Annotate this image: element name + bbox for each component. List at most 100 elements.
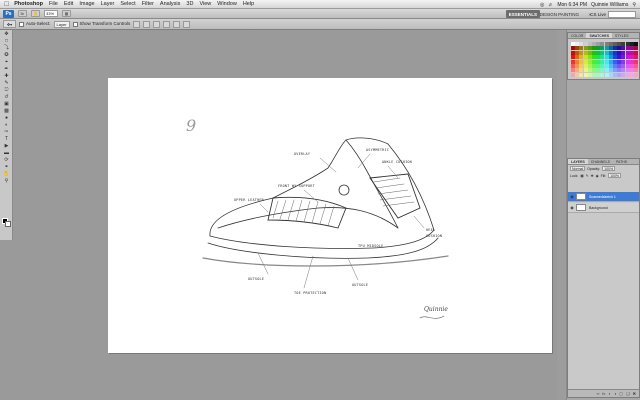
workspace-essentials[interactable]: ESSENTIALS <box>505 10 540 18</box>
swatch-cell[interactable] <box>634 59 638 64</box>
trash-icon[interactable]: ✖ <box>633 391 636 396</box>
eraser-tool-icon[interactable]: ▣ <box>2 101 11 107</box>
menu-edit[interactable]: Edit <box>64 1 73 7</box>
fill-input[interactable]: 100% <box>608 173 622 178</box>
marquee-tool-icon[interactable]: □ <box>2 38 11 44</box>
3d-rotate-tool-icon[interactable]: ⟳ <box>2 157 11 163</box>
hand-tool-icon[interactable]: ✋ <box>2 171 11 177</box>
group-icon[interactable]: ▢ <box>619 391 623 396</box>
menu-window[interactable]: Window <box>217 1 237 7</box>
adjustment-layer-icon[interactable]: ◑ <box>614 391 616 396</box>
align-bottom-button[interactable] <box>153 20 161 28</box>
swatch-grid[interactable] <box>571 42 639 78</box>
menu-image[interactable]: Image <box>79 1 94 7</box>
tab-channels[interactable]: CHANNELS <box>588 159 613 164</box>
swatch-cell[interactable] <box>634 55 638 60</box>
document-canvas[interactable]: 9 OVERLAY ASYMMETRIC ANKLE CUSHION FRONT… <box>108 78 552 353</box>
new-layer-icon[interactable]: ❏ <box>626 391 630 396</box>
layer-style-icon[interactable]: fx <box>602 391 605 396</box>
layer-scannedsketch[interactable]: ◉ Scannedsketch 1 <box>568 192 639 202</box>
cs-live[interactable]: CS Live <box>590 10 636 18</box>
zoom-level[interactable]: 33% <box>44 10 58 17</box>
visibility-eye-icon[interactable]: ◉ <box>568 205 576 210</box>
healing-brush-tool-icon[interactable]: ✚ <box>2 73 11 79</box>
collapsed-panel-strip[interactable] <box>557 30 567 400</box>
layer-background[interactable]: ◉ Background <box>568 203 639 213</box>
auto-select-label: Auto-Select: <box>26 21 51 27</box>
tab-swatches[interactable]: SWATCHES <box>586 33 613 38</box>
auto-select-dropdown[interactable]: Layer <box>53 20 70 28</box>
swatch-cell[interactable] <box>634 64 638 68</box>
tab-paths[interactable]: PATHS <box>613 159 630 164</box>
menu-help[interactable]: Help <box>243 1 254 7</box>
clone-stamp-tool-icon[interactable]: ⎋ <box>2 87 11 93</box>
gradient-tool-icon[interactable]: ▩ <box>2 108 11 114</box>
tab-color[interactable]: COLOR <box>568 33 586 38</box>
pen-tool-icon[interactable]: ✑ <box>2 129 11 135</box>
tab-styles[interactable]: STYLES <box>612 33 631 38</box>
align-right-button[interactable] <box>183 20 191 28</box>
wifi-icon[interactable]: ◎ <box>540 2 544 8</box>
transform-controls-checkbox[interactable] <box>72 21 78 27</box>
menu-file[interactable]: File <box>49 1 58 7</box>
help-search-input[interactable] <box>608 10 636 18</box>
quick-select-tool-icon[interactable]: ✪ <box>2 52 11 58</box>
lock-all-icon[interactable]: ◉ <box>596 174 599 178</box>
layer-mask-icon[interactable]: ◐ <box>608 391 610 396</box>
link-layers-icon[interactable]: ∞ <box>596 391 599 396</box>
auto-select-checkbox[interactable] <box>19 21 24 27</box>
menu-layer[interactable]: Layer <box>101 1 115 7</box>
blur-tool-icon[interactable]: ● <box>2 115 11 121</box>
3d-orbit-tool-icon[interactable]: ⚭ <box>2 164 11 170</box>
tool-preset-picker[interactable]: ✥▾ <box>3 20 16 28</box>
zoom-tool-icon[interactable]: ⚲ <box>2 178 11 184</box>
swatch-cell[interactable] <box>634 68 638 73</box>
user-name[interactable]: Quinnie Williams <box>591 2 628 8</box>
menu-select[interactable]: Select <box>120 1 135 7</box>
spotlight-icon[interactable]: ⚲ <box>632 2 636 8</box>
cs-live-label[interactable]: CS Live <box>590 12 606 17</box>
arrange-documents-button[interactable]: ▦ <box>62 10 71 17</box>
tab-layers[interactable]: LAYERS <box>568 159 588 164</box>
bridge-button[interactable]: Br <box>18 10 27 17</box>
type-tool-icon[interactable]: T <box>2 136 11 142</box>
align-middle-button[interactable] <box>143 20 151 28</box>
swatch-cell[interactable] <box>634 50 638 55</box>
hand-tool-button[interactable]: ✋ <box>31 10 40 17</box>
align-top-button[interactable] <box>133 20 141 28</box>
lock-pixels-icon[interactable]: ✎ <box>586 174 589 178</box>
path-selection-tool-icon[interactable]: ▶ <box>2 143 11 149</box>
lock-position-icon[interactable]: ✥ <box>591 174 594 178</box>
auto-select-option[interactable]: Auto-Select: <box>19 21 51 27</box>
visibility-eye-icon[interactable]: ◉ <box>568 194 576 199</box>
lock-transparency-icon[interactable]: ▦ <box>580 174 583 178</box>
blend-mode-dropdown[interactable]: Normal <box>570 166 586 171</box>
align-left-button[interactable] <box>163 20 171 28</box>
swatch-cell[interactable] <box>634 42 638 46</box>
opacity-input[interactable]: 100% <box>602 166 616 171</box>
background-color-swatch[interactable] <box>5 221 11 227</box>
brush-tool-icon[interactable]: ✎ <box>2 80 11 86</box>
move-tool-icon[interactable]: ✥ <box>2 31 11 37</box>
crop-tool-icon[interactable]: ⌖ <box>2 59 11 65</box>
menu-analysis[interactable]: Analysis <box>160 1 180 7</box>
menu-3d[interactable]: 3D <box>186 1 193 7</box>
swatch-cell[interactable] <box>634 46 638 51</box>
shape-tool-icon[interactable]: ▬ <box>2 150 11 156</box>
align-center-button[interactable] <box>173 20 181 28</box>
dodge-tool-icon[interactable]: ◐ <box>2 122 11 128</box>
eyedropper-tool-icon[interactable]: ✒ <box>2 66 11 72</box>
apple-icon[interactable]:  <box>4 1 9 8</box>
workspace-painting[interactable]: PAINTING <box>555 10 582 18</box>
clock[interactable]: Mon 6:34 PM <box>557 2 587 8</box>
transform-option[interactable]: Show Transform Controls <box>72 21 130 27</box>
swatch-cell[interactable] <box>634 72 638 77</box>
menu-view[interactable]: View <box>199 1 211 7</box>
menu-filter[interactable]: Filter <box>142 1 154 7</box>
menu-app-name[interactable]: Photoshop <box>14 1 43 7</box>
tools-panel: ✥ □ ⤵ ✪ ⌖ ✒ ✚ ✎ ⎋ ↺ ▣ ▩ ● ◐ ✑ T ▶ ▬ ⟳ ⚭ … <box>0 30 13 240</box>
signature: Quinnie <box>424 306 448 313</box>
lasso-tool-icon[interactable]: ⤵ <box>2 45 11 51</box>
volume-icon[interactable]: ♬ <box>548 2 553 8</box>
history-brush-tool-icon[interactable]: ↺ <box>2 94 11 100</box>
